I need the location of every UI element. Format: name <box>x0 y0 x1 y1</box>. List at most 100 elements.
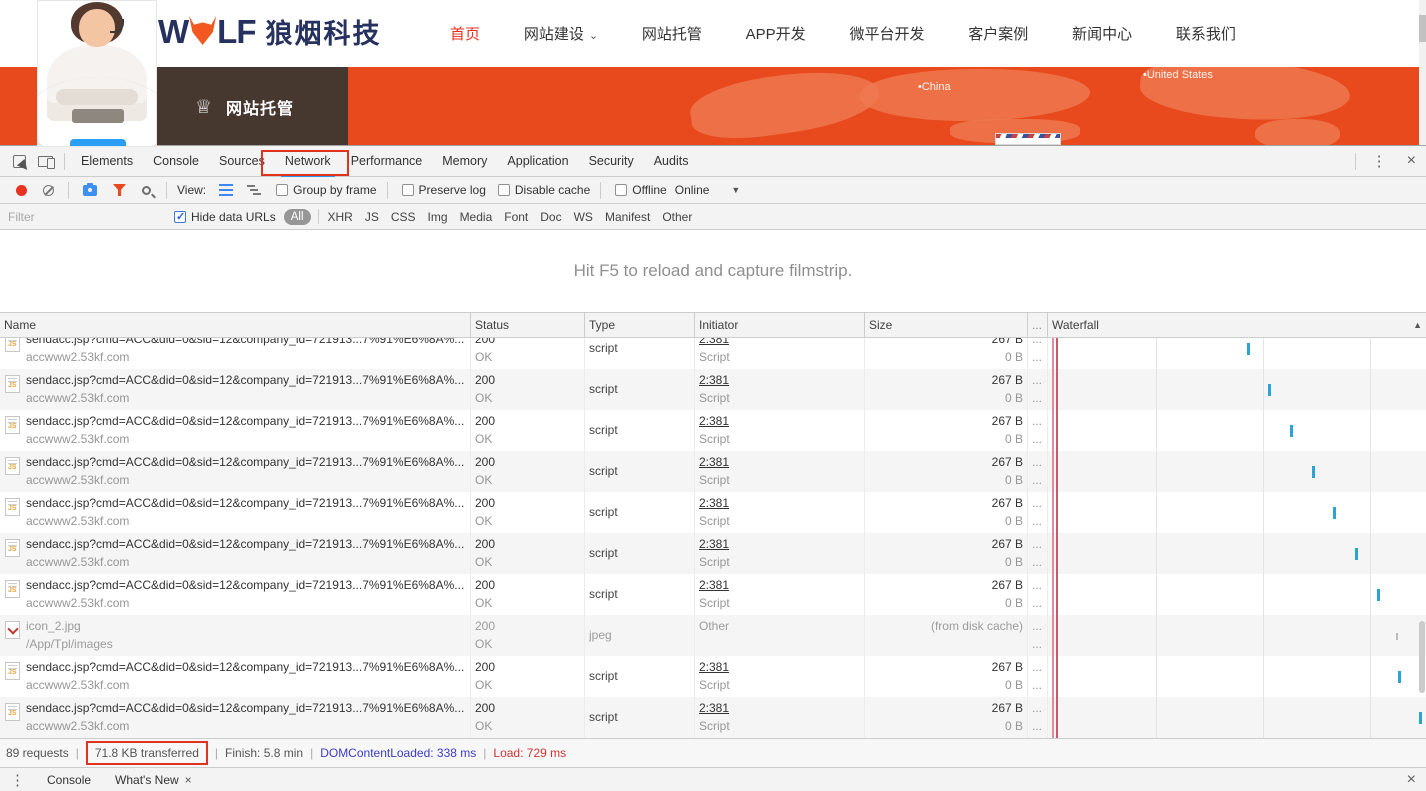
network-request-row[interactable]: sendacc.jsp?cmd=ACC&did=0&sid=12&company… <box>0 697 1426 738</box>
filter-type-js[interactable]: JS <box>365 210 379 224</box>
sort-asc-icon: ▲ <box>1413 313 1422 337</box>
initiator-link[interactable]: 2:381 <box>699 410 860 431</box>
throttling-select[interactable]: Online <box>675 183 710 197</box>
filter-type-other[interactable]: Other <box>662 210 692 224</box>
clear-icon[interactable] <box>43 185 54 196</box>
page-scrollbar[interactable] <box>1419 0 1426 145</box>
side-menu-item-hosting[interactable]: ♕ 网站托管 <box>157 67 348 119</box>
column-header-more[interactable]: ... <box>1028 313 1048 337</box>
network-request-row[interactable]: sendacc.jsp?cmd=ACC&did=0&sid=12&company… <box>0 451 1426 492</box>
devtools-tab-console[interactable]: Console <box>143 146 209 177</box>
column-header-status[interactable]: Status <box>471 313 585 337</box>
initiator-link[interactable]: 2:381 <box>699 656 860 677</box>
screenshot-capture-icon[interactable] <box>83 185 97 196</box>
network-request-row[interactable]: sendacc.jsp?cmd=ACC&did=0&sid=12&company… <box>0 656 1426 697</box>
devtools-tab-application[interactable]: Application <box>497 146 578 177</box>
nav-item[interactable]: 客户案例 <box>968 23 1028 44</box>
clipped-network-row[interactable]: sendacc.jsp?cmd=ACC&did=0&sid=12&company… <box>0 338 1426 369</box>
device-toolbar-icon[interactable] <box>32 148 58 174</box>
network-request-row[interactable]: sendacc.jsp?cmd=ACC&did=0&sid=12&company… <box>0 369 1426 410</box>
column-header-size[interactable]: Size <box>865 313 1028 337</box>
column-header-type[interactable]: Type <box>585 313 695 337</box>
filter-type-manifest[interactable]: Manifest <box>605 210 650 224</box>
disable-cache-checkbox[interactable] <box>498 184 510 196</box>
group-by-frame-checkbox[interactable] <box>276 184 288 196</box>
filter-type-css[interactable]: CSS <box>391 210 416 224</box>
list-view-icon[interactable] <box>219 184 233 196</box>
devtools-tab-performance[interactable]: Performance <box>341 146 433 177</box>
devtools-tab-sources[interactable]: Sources <box>209 146 275 177</box>
filter-icon[interactable] <box>113 184 126 196</box>
inspect-element-icon[interactable] <box>6 148 32 174</box>
kebab-menu-icon[interactable]: ⋮ <box>1362 152 1397 170</box>
drawer-tab-console[interactable]: Console <box>35 768 103 791</box>
devtools-tab-audits[interactable]: Audits <box>644 146 699 177</box>
table-scrollbar-thumb[interactable] <box>1419 621 1425 693</box>
network-request-row[interactable]: sendacc.jsp?cmd=ACC&did=0&sid=12&company… <box>0 492 1426 533</box>
dropdown-arrow-icon[interactable]: ▼ <box>731 185 740 195</box>
nav-item[interactable]: 首页 <box>450 23 480 44</box>
offline-checkbox[interactable] <box>615 184 627 196</box>
network-request-row[interactable]: sendacc.jsp?cmd=ACC&did=0&sid=12&company… <box>0 533 1426 574</box>
filter-type-font[interactable]: Font <box>504 210 528 224</box>
devtools-tabbar: ElementsConsoleSourcesNetworkPerformance… <box>0 146 1426 177</box>
drawer-close-icon[interactable]: × <box>1397 771 1426 788</box>
initiator-link[interactable]: 2:381 <box>699 533 860 554</box>
initiator-link[interactable]: Other <box>699 615 860 636</box>
devtools-tab-network[interactable]: Network <box>275 146 341 177</box>
initiator-link[interactable]: 2:381 <box>699 369 860 390</box>
offline-label[interactable]: Offline <box>632 183 666 197</box>
customer-service-widget[interactable] <box>37 0 157 147</box>
filter-type-doc[interactable]: Doc <box>540 210 561 224</box>
nav-item[interactable]: 网站建设⌄ <box>524 23 598 44</box>
devtools-tab-memory[interactable]: Memory <box>432 146 497 177</box>
nav-item[interactable]: APP开发 <box>746 23 806 44</box>
waterfall-view-icon[interactable] <box>247 184 261 196</box>
filter-type-media[interactable]: Media <box>460 210 493 224</box>
status-text: OK <box>475 554 580 573</box>
preserve-log-checkbox[interactable] <box>402 184 414 196</box>
page-scrollbar-thumb[interactable] <box>1419 15 1426 42</box>
nav-item[interactable]: 微平台开发 <box>849 23 924 44</box>
cs-chat-button[interactable] <box>70 139 126 147</box>
nav-item[interactable]: 网站托管 <box>642 23 702 44</box>
column-header-initiator[interactable]: Initiator <box>695 313 865 337</box>
drawer-kebab-menu-icon[interactable]: ⋮ <box>0 771 35 789</box>
devtools-tab-elements[interactable]: Elements <box>71 146 143 177</box>
hide-data-urls-label[interactable]: Hide data URLs <box>191 210 276 224</box>
initiator-link[interactable]: 2:381 <box>699 451 860 472</box>
network-request-row[interactable]: sendacc.jsp?cmd=ACC&did=0&sid=12&company… <box>0 338 1426 369</box>
status-code: 200 <box>475 615 580 636</box>
resource-type: script <box>589 492 690 533</box>
initiator-link[interactable]: 2:381 <box>699 492 860 513</box>
devtools-drawer: ⋮ ConsoleWhat's New× × <box>0 767 1426 791</box>
initiator-link[interactable]: 2:381 <box>699 697 860 718</box>
column-header-waterfall[interactable]: Waterfall ▲ <box>1048 313 1426 337</box>
hide-data-urls-checkbox[interactable] <box>174 211 186 223</box>
preserve-log-label[interactable]: Preserve log <box>419 183 486 197</box>
filter-type-ws[interactable]: WS <box>574 210 593 224</box>
tab-close-icon[interactable]: × <box>185 773 192 787</box>
nav-item[interactable]: 联系我们 <box>1176 23 1236 44</box>
site-logo[interactable]: W LF 狼烟科技 <box>158 12 381 51</box>
filter-type-xhr[interactable]: XHR <box>328 210 353 224</box>
network-request-row[interactable]: icon_2.jpg /App/Tpl/images 200 OK jpeg O… <box>0 615 1426 656</box>
network-request-row[interactable]: sendacc.jsp?cmd=ACC&did=0&sid=12&company… <box>0 574 1426 615</box>
group-by-frame-label[interactable]: Group by frame <box>293 183 376 197</box>
disable-cache-label[interactable]: Disable cache <box>515 183 590 197</box>
record-icon[interactable] <box>16 185 27 196</box>
nav-item[interactable]: 新闻中心 <box>1072 23 1132 44</box>
initiator-link[interactable]: 2:381 <box>699 574 860 595</box>
filter-type-img[interactable]: Img <box>428 210 448 224</box>
initiator-link[interactable]: 2:381 <box>699 338 860 349</box>
devtools-tab-security[interactable]: Security <box>579 146 644 177</box>
filter-type-all[interactable]: All <box>284 209 311 225</box>
filter-input[interactable] <box>8 210 166 224</box>
close-icon[interactable]: × <box>1397 152 1426 170</box>
network-request-row[interactable]: sendacc.jsp?cmd=ACC&did=0&sid=12&company… <box>0 410 1426 451</box>
world-map-shape <box>687 67 883 145</box>
column-header-name[interactable]: Name <box>0 313 471 337</box>
divider <box>166 182 167 199</box>
search-icon[interactable] <box>142 186 151 195</box>
drawer-tab-what-s-new[interactable]: What's New× <box>103 768 204 791</box>
